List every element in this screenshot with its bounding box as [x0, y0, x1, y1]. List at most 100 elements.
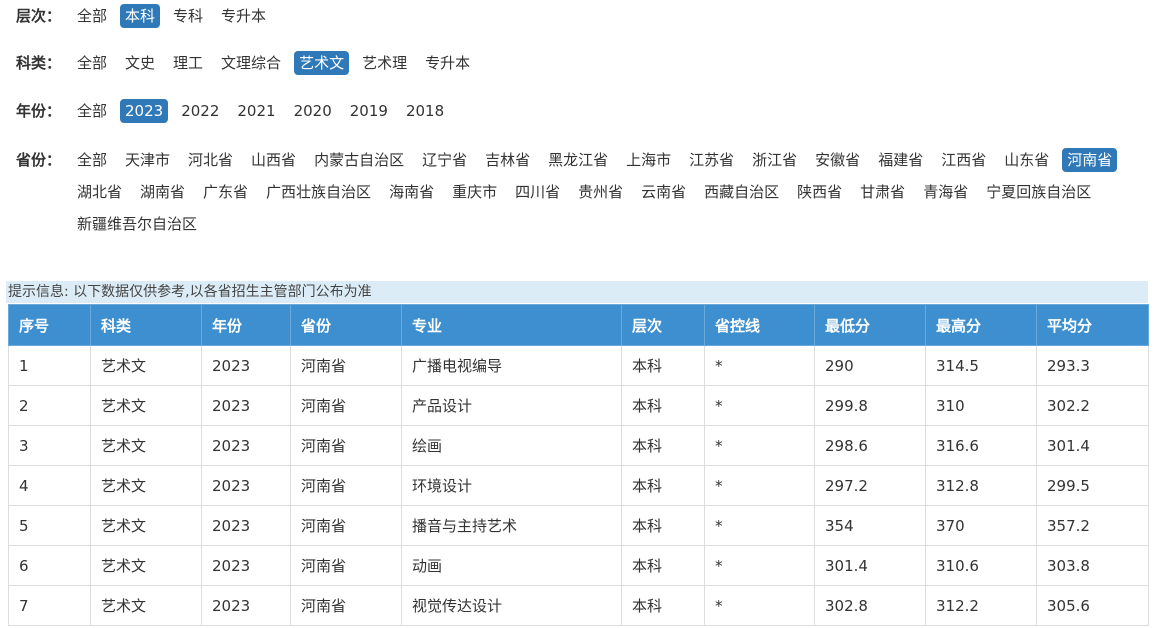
filter-option-year[interactable]: 2022 — [176, 99, 224, 123]
column-header: 最高分 — [925, 304, 1037, 346]
filter-row-province: 省份： 全部 天津市 河北省 山西省 内蒙古自治区 辽宁省 吉林省 黑龙江省 上海市 江苏省 浙江省… — [16, 148, 1142, 236]
filter-option-province[interactable]: 湖南省 — [135, 180, 190, 204]
filter-option-province[interactable]: 重庆市 — [447, 180, 502, 204]
table-cell: 354 — [814, 505, 926, 546]
table-cell: 艺术文 — [90, 345, 202, 386]
table-cell: 299.8 — [814, 385, 926, 426]
filter-option-province[interactable]: 天津市 — [120, 148, 175, 172]
filter-option-subject[interactable]: 理工 — [168, 51, 208, 75]
table-cell: 370 — [925, 505, 1037, 546]
filter-option-year[interactable]: 2018 — [401, 99, 449, 123]
filter-option-subject[interactable]: 艺术文 — [294, 51, 350, 75]
filter-option-level[interactable]: 专科 — [168, 4, 208, 28]
table-cell: 299.5 — [1036, 465, 1149, 506]
filter-option-province[interactable]: 广东省 — [198, 180, 253, 204]
table-cell: 2 — [8, 385, 91, 426]
table-cell: 293.3 — [1036, 345, 1149, 386]
column-header: 科类 — [90, 304, 202, 346]
filter-option-province[interactable]: 山西省 — [246, 148, 301, 172]
filter-option-province[interactable]: 河北省 — [183, 148, 238, 172]
filter-option-province[interactable]: 内蒙古自治区 — [309, 148, 409, 172]
filter-option-level[interactable]: 专升本 — [216, 4, 271, 28]
column-header: 层次 — [621, 304, 705, 346]
filter-option-year[interactable]: 2023 — [120, 99, 169, 123]
table-cell: 2023 — [201, 505, 291, 546]
table-row: 5 艺术文 2023 河南省 播音与主持艺术 本科 * 354 370 357.2 — [8, 505, 1149, 546]
filter-option-subject[interactable]: 全部 — [72, 51, 112, 75]
table-cell: * — [704, 345, 815, 386]
table-row: 1 艺术文 2023 河南省 广播电视编导 本科 * 290 314.5 293.3 — [8, 345, 1149, 386]
table-cell: 河南省 — [290, 585, 402, 626]
table-cell: 5 — [8, 505, 91, 546]
filter-option-subject[interactable]: 艺术理 — [357, 51, 412, 75]
filter-row-level: 层次： 全部 本科 专科 专升本 — [16, 4, 1142, 28]
table-cell: 312.8 — [925, 465, 1037, 506]
filter-option-province[interactable]: 云南省 — [636, 180, 691, 204]
filter-label-year: 年份： — [16, 102, 62, 120]
results-table: 序号 科类 年份 省份 专业 层次 省控线 最低分 最高分 平均分 1 艺术文 2023 河南省 广播电视… — [8, 304, 1149, 626]
filter-option-province[interactable]: 湖北省 — [72, 180, 127, 204]
filter-option-subject[interactable]: 专升本 — [420, 51, 475, 75]
filter-option-province[interactable]: 吉林省 — [480, 148, 535, 172]
table-cell: 2023 — [201, 545, 291, 586]
filter-option-province[interactable]: 贵州省 — [573, 180, 628, 204]
filter-option-province[interactable]: 黑龙江省 — [543, 148, 613, 172]
table-row: 7 艺术文 2023 河南省 视觉传达设计 本科 * 302.8 312.2 305.6 — [8, 585, 1149, 626]
filter-option-province[interactable]: 海南省 — [384, 180, 439, 204]
filter-option-province[interactable]: 陕西省 — [792, 180, 847, 204]
filter-option-level[interactable]: 本科 — [120, 4, 161, 28]
filter-option-province[interactable]: 四川省 — [510, 180, 565, 204]
table-row: 4 艺术文 2023 河南省 环境设计 本科 * 297.2 312.8 299.5 — [8, 465, 1149, 506]
table-cell: 302.2 — [1036, 385, 1149, 426]
table-cell: 河南省 — [290, 505, 402, 546]
filter-option-province[interactable]: 全部 — [72, 148, 112, 172]
table-cell: 1 — [8, 345, 91, 386]
table-cell: 301.4 — [814, 545, 926, 586]
filter-options-level: 全部 本科 专科 专升本 — [72, 4, 1142, 28]
filter-option-province[interactable]: 新疆维吾尔自治区 — [72, 212, 202, 236]
filter-option-level[interactable]: 全部 — [72, 4, 112, 28]
table-header-row: 序号 科类 年份 省份 专业 层次 省控线 最低分 最高分 平均分 — [8, 304, 1149, 346]
filter-option-province[interactable]: 浙江省 — [747, 148, 802, 172]
table-cell: 305.6 — [1036, 585, 1149, 626]
table-cell: 绘画 — [401, 425, 622, 466]
filter-option-province[interactable]: 上海市 — [621, 148, 676, 172]
filter-option-year[interactable]: 全部 — [72, 99, 112, 123]
filter-option-province[interactable]: 河南省 — [1062, 148, 1118, 172]
table-cell: 302.8 — [814, 585, 926, 626]
table-cell: 298.6 — [814, 425, 926, 466]
notice-banner: 提示信息: 以下数据仅供参考,以各省招生主管部门公布为准 — [6, 281, 1148, 303]
table-cell: * — [704, 505, 815, 546]
filter-option-province[interactable]: 青海省 — [918, 180, 973, 204]
filter-option-province[interactable]: 安徽省 — [810, 148, 865, 172]
filter-option-province[interactable]: 江西省 — [936, 148, 991, 172]
table-cell: 本科 — [621, 465, 705, 506]
table-cell: 河南省 — [290, 345, 402, 386]
table-cell: 310 — [925, 385, 1037, 426]
filter-option-subject[interactable]: 文史 — [120, 51, 160, 75]
filter-option-province[interactable]: 福建省 — [873, 148, 928, 172]
filter-option-province[interactable]: 江苏省 — [684, 148, 739, 172]
filter-option-province[interactable]: 宁夏回族自治区 — [981, 180, 1096, 204]
filter-option-province[interactable]: 甘肃省 — [855, 180, 910, 204]
table-cell: 艺术文 — [90, 425, 202, 466]
filter-option-year[interactable]: 2020 — [289, 99, 337, 123]
filter-option-province[interactable]: 西藏自治区 — [699, 180, 784, 204]
table-cell: 艺术文 — [90, 545, 202, 586]
filter-option-year[interactable]: 2021 — [232, 99, 280, 123]
table-cell: 环境设计 — [401, 465, 622, 506]
column-header: 年份 — [201, 304, 291, 346]
table-cell: 2023 — [201, 465, 291, 506]
filter-option-province[interactable]: 广西壮族自治区 — [261, 180, 376, 204]
table-cell: 本科 — [621, 545, 705, 586]
filter-option-province[interactable]: 辽宁省 — [417, 148, 472, 172]
filter-row-year: 年份： 全部 2023 2022 2021 2020 2019 2018 — [16, 99, 1142, 123]
filter-option-year[interactable]: 2019 — [345, 99, 393, 123]
table-row: 3 艺术文 2023 河南省 绘画 本科 * 298.6 316.6 301.4 — [8, 425, 1149, 466]
table-cell: 动画 — [401, 545, 622, 586]
table-body: 1 艺术文 2023 河南省 广播电视编导 本科 * 290 314.5 293.3 2 艺术文 202… — [8, 345, 1149, 626]
filter-option-province[interactable]: 山东省 — [999, 148, 1054, 172]
table-cell: 310.6 — [925, 545, 1037, 586]
filter-option-subject[interactable]: 文理综合 — [216, 51, 286, 75]
table-cell: 2023 — [201, 385, 291, 426]
